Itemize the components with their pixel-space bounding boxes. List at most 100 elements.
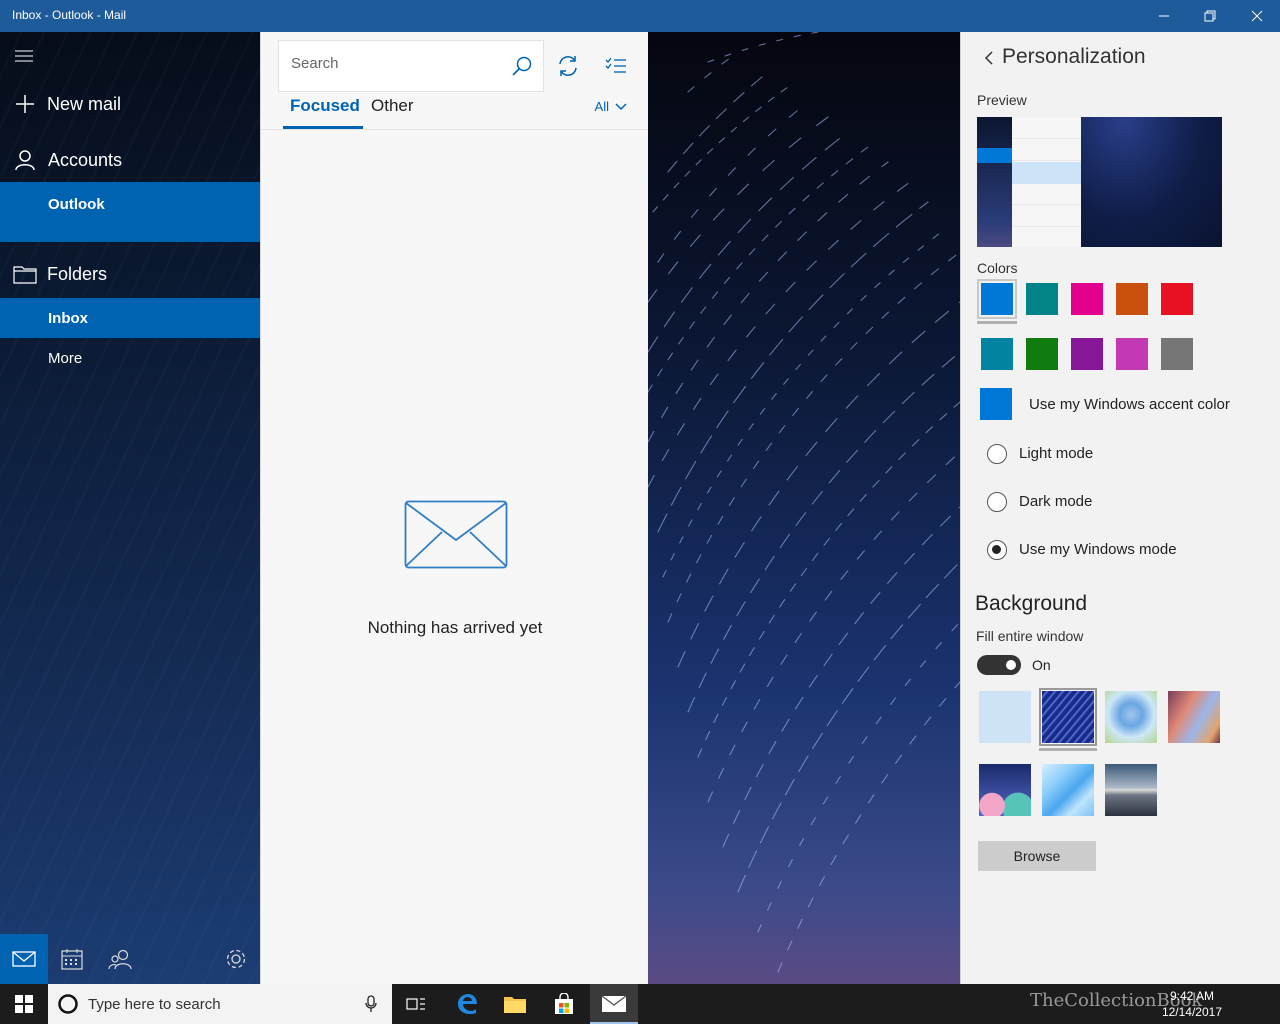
mode-radio[interactable] bbox=[987, 540, 1007, 560]
mode-radio[interactable] bbox=[987, 444, 1007, 464]
background-thumb-canyon[interactable] bbox=[1168, 691, 1220, 743]
preview-nav bbox=[977, 117, 1012, 247]
store-bag-icon bbox=[555, 993, 573, 1014]
tab-focused[interactable]: Focused bbox=[290, 96, 360, 116]
preview-label: Preview bbox=[977, 92, 1027, 108]
preview-reading bbox=[1081, 117, 1222, 247]
background-thumb-light-blue[interactable] bbox=[979, 691, 1031, 743]
background-thumb-tree[interactable] bbox=[1105, 691, 1157, 743]
folder-icon bbox=[504, 997, 526, 1013]
file-explorer-button[interactable] bbox=[491, 984, 539, 1024]
colors-label: Colors bbox=[977, 260, 1018, 276]
mode-radio[interactable] bbox=[987, 492, 1007, 512]
tab-underline bbox=[283, 126, 363, 129]
color-swatch[interactable] bbox=[981, 338, 1013, 370]
color-swatch[interactable] bbox=[1071, 338, 1103, 370]
close-button[interactable] bbox=[1234, 0, 1280, 32]
preview-nav-selected bbox=[977, 148, 1012, 163]
inbox-label: Inbox bbox=[48, 309, 88, 327]
mail-app-icon bbox=[601, 995, 627, 1012]
microphone-icon[interactable] bbox=[365, 995, 377, 1013]
background-heading: Background bbox=[975, 592, 1088, 615]
color-swatch[interactable] bbox=[1161, 338, 1193, 370]
people-icon bbox=[108, 949, 132, 970]
folders-label: Folders bbox=[47, 263, 108, 284]
mode-label[interactable]: Dark mode bbox=[1019, 493, 1092, 510]
minimize-button[interactable] bbox=[1141, 0, 1187, 32]
account-name: Outlook bbox=[48, 196, 105, 213]
person-icon bbox=[15, 150, 35, 171]
taskbar-search[interactable]: Type here to search bbox=[48, 984, 392, 1024]
mail-app-button[interactable] bbox=[590, 984, 638, 1024]
title-bar: Inbox - Outlook - Mail bbox=[0, 0, 1280, 32]
color-swatch[interactable] bbox=[1116, 283, 1148, 315]
personalization-panel: Personalization Preview Colors Use my Wi… bbox=[960, 32, 1280, 984]
accounts-button[interactable]: Accounts bbox=[0, 138, 260, 182]
color-swatch[interactable] bbox=[1026, 283, 1058, 315]
settings-icon bbox=[226, 949, 246, 969]
color-selection-bar bbox=[977, 321, 1017, 324]
store-button[interactable] bbox=[540, 984, 588, 1024]
accent-color-label[interactable]: Use my Windows accent color bbox=[1029, 396, 1230, 413]
panel-title: Personalization bbox=[1002, 45, 1146, 68]
search-box[interactable] bbox=[278, 40, 544, 92]
empty-message: Nothing has arrived yet bbox=[367, 618, 543, 637]
hamburger-icon bbox=[15, 50, 33, 62]
search-input[interactable] bbox=[291, 55, 491, 72]
back-button[interactable] bbox=[977, 46, 1001, 70]
task-view-button[interactable] bbox=[392, 984, 440, 1024]
close-icon bbox=[1251, 10, 1263, 22]
tab-other[interactable]: Other bbox=[371, 96, 414, 116]
filter-label: All bbox=[594, 99, 609, 114]
message-list-pane: Focused Other All Nothing has arrived ye… bbox=[260, 32, 649, 984]
fill-window-toggle[interactable] bbox=[977, 655, 1021, 675]
filter-dropdown[interactable]: All bbox=[595, 99, 627, 114]
mode-label[interactable]: Light mode bbox=[1019, 445, 1093, 462]
plus-icon bbox=[16, 95, 34, 113]
color-swatch[interactable] bbox=[1161, 283, 1193, 315]
background-thumb-bubbles[interactable] bbox=[979, 764, 1031, 816]
accent-color-swatch[interactable] bbox=[980, 388, 1012, 420]
account-outlook[interactable]: Outlook bbox=[0, 182, 260, 242]
search-icon[interactable] bbox=[512, 56, 532, 76]
empty-mail-icon bbox=[404, 500, 508, 569]
reading-pane-background bbox=[648, 32, 960, 984]
sync-button[interactable] bbox=[546, 40, 590, 92]
fill-window-label: Fill entire window bbox=[976, 628, 1084, 644]
color-swatch[interactable] bbox=[1116, 338, 1148, 370]
color-swatch[interactable] bbox=[1026, 338, 1058, 370]
background-thumb-star-trails[interactable] bbox=[1042, 691, 1094, 743]
folder-more[interactable]: More bbox=[0, 338, 260, 378]
mail-icon bbox=[12, 951, 36, 967]
menu-button[interactable] bbox=[0, 40, 260, 72]
mode-label[interactable]: Use my Windows mode bbox=[1019, 541, 1177, 558]
sync-icon bbox=[559, 56, 577, 76]
chevron-down-icon bbox=[615, 102, 627, 110]
task-view-icon bbox=[406, 998, 425, 1010]
selection-mode-button[interactable] bbox=[594, 40, 638, 92]
browse-button[interactable]: Browse bbox=[978, 841, 1096, 871]
folder-icon bbox=[13, 266, 37, 284]
people-button[interactable] bbox=[96, 934, 144, 984]
more-label: More bbox=[48, 349, 83, 367]
windows-logo-icon bbox=[15, 995, 33, 1013]
mail-button[interactable] bbox=[0, 934, 48, 984]
new-mail-button[interactable]: New mail bbox=[0, 82, 260, 126]
new-mail-label: New mail bbox=[47, 93, 122, 114]
calendar-button[interactable] bbox=[48, 934, 96, 984]
cortana-icon bbox=[58, 994, 78, 1014]
color-swatch[interactable] bbox=[1071, 283, 1103, 315]
background-thumb-crystal[interactable] bbox=[1042, 764, 1094, 816]
restore-button[interactable] bbox=[1187, 0, 1233, 32]
edge-button[interactable] bbox=[443, 984, 491, 1024]
preview-list-selected bbox=[1012, 162, 1081, 184]
window-title: Inbox - Outlook - Mail bbox=[12, 8, 127, 22]
fill-window-state: On bbox=[1032, 657, 1051, 673]
watermark: TheCollectionBook bbox=[1030, 990, 1203, 1011]
background-thumb-lake[interactable] bbox=[1105, 764, 1157, 816]
calendar-icon bbox=[61, 949, 83, 970]
folders-button[interactable]: Folders bbox=[0, 252, 260, 296]
folder-inbox[interactable]: Inbox bbox=[0, 298, 260, 338]
start-button[interactable] bbox=[0, 984, 48, 1024]
settings-button[interactable] bbox=[212, 934, 260, 984]
